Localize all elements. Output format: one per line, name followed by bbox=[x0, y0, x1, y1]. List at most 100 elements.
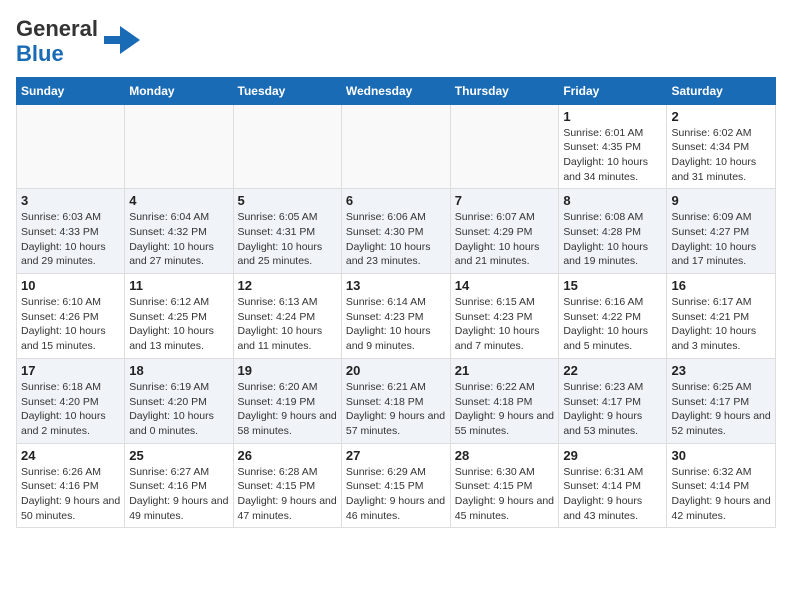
day-number: 12 bbox=[238, 278, 337, 293]
day-number: 7 bbox=[455, 193, 555, 208]
logo-text: General Blue bbox=[16, 16, 98, 67]
day-info: Sunrise: 6:22 AMSunset: 4:18 PMDaylight:… bbox=[455, 380, 555, 439]
calendar-cell: 22 Sunrise: 6:23 AMSunset: 4:17 PMDayligh… bbox=[559, 358, 667, 443]
calendar-cell: 9 Sunrise: 6:09 AMSunset: 4:27 PMDaylight… bbox=[667, 189, 776, 274]
calendar-cell: 16 Sunrise: 6:17 AMSunset: 4:21 PMDayligh… bbox=[667, 274, 776, 359]
calendar-cell: 30 Sunrise: 6:32 AMSunset: 4:14 PMDayligh… bbox=[667, 443, 776, 528]
day-info: Sunrise: 6:31 AMSunset: 4:14 PMDaylight:… bbox=[563, 465, 662, 524]
day-info: Sunrise: 6:21 AMSunset: 4:18 PMDaylight:… bbox=[346, 380, 446, 439]
day-number: 5 bbox=[238, 193, 337, 208]
day-number: 1 bbox=[563, 109, 662, 124]
day-info: Sunrise: 6:08 AMSunset: 4:28 PMDaylight:… bbox=[563, 210, 662, 269]
calendar-week-row: 10Sunrise: 6:10 AMSunset: 4:26 PMDayligh… bbox=[17, 274, 776, 359]
day-number: 6 bbox=[346, 193, 446, 208]
calendar-cell: 25Sunrise: 6:27 AMSunset: 4:16 PMDayligh… bbox=[125, 443, 233, 528]
day-info: Sunrise: 6:16 AMSunset: 4:22 PMDaylight:… bbox=[563, 295, 662, 354]
header: General Blue bbox=[16, 16, 776, 67]
weekday-header: Friday bbox=[559, 77, 667, 104]
day-info: Sunrise: 6:09 AMSunset: 4:27 PMDaylight:… bbox=[671, 210, 771, 269]
calendar: SundayMondayTuesdayWednesdayThursdayFrid… bbox=[16, 77, 776, 529]
calendar-cell: 26 Sunrise: 6:28 AMSunset: 4:15 PMDayligh… bbox=[233, 443, 341, 528]
day-info: Sunrise: 6:04 AMSunset: 4:32 PMDaylight:… bbox=[129, 210, 228, 269]
day-number: 23 bbox=[671, 363, 771, 378]
calendar-cell: 13 Sunrise: 6:14 AMSunset: 4:23 PMDayligh… bbox=[341, 274, 450, 359]
calendar-cell: 19 Sunrise: 6:20 AMSunset: 4:19 PMDayligh… bbox=[233, 358, 341, 443]
day-info: Sunrise: 6:30 AMSunset: 4:15 PMDaylight:… bbox=[455, 465, 555, 524]
day-info: Sunrise: 6:14 AMSunset: 4:23 PMDaylight:… bbox=[346, 295, 446, 354]
day-info: Sunrise: 6:03 AMSunset: 4:33 PMDaylight:… bbox=[21, 210, 120, 269]
day-info: Sunrise: 6:07 AMSunset: 4:29 PMDaylight:… bbox=[455, 210, 555, 269]
day-number: 15 bbox=[563, 278, 662, 293]
day-number: 2 bbox=[671, 109, 771, 124]
day-info: Sunrise: 6:28 AMSunset: 4:15 PMDaylight:… bbox=[238, 465, 337, 524]
calendar-week-row: 1 Sunrise: 6:01 AMSunset: 4:35 PMDaylight… bbox=[17, 104, 776, 189]
calendar-cell: 11 Sunrise: 6:12 AMSunset: 4:25 PMDayligh… bbox=[125, 274, 233, 359]
day-number: 29 bbox=[563, 448, 662, 463]
day-info: Sunrise: 6:32 AMSunset: 4:14 PMDaylight:… bbox=[671, 465, 771, 524]
day-number: 20 bbox=[346, 363, 446, 378]
calendar-week-row: 17 Sunrise: 6:18 AMSunset: 4:20 PMDayligh… bbox=[17, 358, 776, 443]
calendar-cell: 1 Sunrise: 6:01 AMSunset: 4:35 PMDaylight… bbox=[559, 104, 667, 189]
day-number: 4 bbox=[129, 193, 228, 208]
calendar-cell: 18 Sunrise: 6:19 AMSunset: 4:20 PMDayligh… bbox=[125, 358, 233, 443]
weekday-header: Monday bbox=[125, 77, 233, 104]
calendar-cell: 6 Sunrise: 6:06 AMSunset: 4:30 PMDaylight… bbox=[341, 189, 450, 274]
calendar-cell: 10Sunrise: 6:10 AMSunset: 4:26 PMDayligh… bbox=[17, 274, 125, 359]
day-info: Sunrise: 6:17 AMSunset: 4:21 PMDaylight:… bbox=[671, 295, 771, 354]
day-number: 10 bbox=[21, 278, 120, 293]
weekday-header: Wednesday bbox=[341, 77, 450, 104]
calendar-cell: 23 Sunrise: 6:25 AMSunset: 4:17 PMDayligh… bbox=[667, 358, 776, 443]
calendar-cell bbox=[233, 104, 341, 189]
day-info: Sunrise: 6:26 AMSunset: 4:16 PMDaylight:… bbox=[21, 465, 120, 524]
day-info: Sunrise: 6:12 AMSunset: 4:25 PMDaylight:… bbox=[129, 295, 228, 354]
weekday-header: Thursday bbox=[450, 77, 559, 104]
day-number: 3 bbox=[21, 193, 120, 208]
day-info: Sunrise: 6:25 AMSunset: 4:17 PMDaylight:… bbox=[671, 380, 771, 439]
day-number: 21 bbox=[455, 363, 555, 378]
day-info: Sunrise: 6:01 AMSunset: 4:35 PMDaylight:… bbox=[563, 126, 662, 185]
weekday-header: Saturday bbox=[667, 77, 776, 104]
day-number: 18 bbox=[129, 363, 228, 378]
day-info: Sunrise: 6:20 AMSunset: 4:19 PMDaylight:… bbox=[238, 380, 337, 439]
calendar-cell: 2 Sunrise: 6:02 AMSunset: 4:34 PMDaylight… bbox=[667, 104, 776, 189]
calendar-cell bbox=[17, 104, 125, 189]
calendar-week-row: 3 Sunrise: 6:03 AMSunset: 4:33 PMDaylight… bbox=[17, 189, 776, 274]
day-number: 14 bbox=[455, 278, 555, 293]
day-info: Sunrise: 6:02 AMSunset: 4:34 PMDaylight:… bbox=[671, 126, 771, 185]
day-info: Sunrise: 6:27 AMSunset: 4:16 PMDaylight:… bbox=[129, 465, 228, 524]
calendar-cell: 24 Sunrise: 6:26 AMSunset: 4:16 PMDayligh… bbox=[17, 443, 125, 528]
day-number: 22 bbox=[563, 363, 662, 378]
calendar-cell: 17 Sunrise: 6:18 AMSunset: 4:20 PMDayligh… bbox=[17, 358, 125, 443]
day-info: Sunrise: 6:18 AMSunset: 4:20 PMDaylight:… bbox=[21, 380, 120, 439]
day-number: 19 bbox=[238, 363, 337, 378]
calendar-cell: 14Sunrise: 6:15 AMSunset: 4:23 PMDayligh… bbox=[450, 274, 559, 359]
calendar-cell: 27Sunrise: 6:29 AMSunset: 4:15 PMDayligh… bbox=[341, 443, 450, 528]
day-number: 13 bbox=[346, 278, 446, 293]
day-number: 28 bbox=[455, 448, 555, 463]
day-number: 11 bbox=[129, 278, 228, 293]
day-number: 17 bbox=[21, 363, 120, 378]
day-info: Sunrise: 6:23 AMSunset: 4:17 PMDaylight:… bbox=[563, 380, 662, 439]
day-number: 8 bbox=[563, 193, 662, 208]
day-number: 9 bbox=[671, 193, 771, 208]
calendar-cell: 12 Sunrise: 6:13 AMSunset: 4:24 PMDayligh… bbox=[233, 274, 341, 359]
calendar-cell: 3 Sunrise: 6:03 AMSunset: 4:33 PMDaylight… bbox=[17, 189, 125, 274]
calendar-cell bbox=[450, 104, 559, 189]
day-info: Sunrise: 6:06 AMSunset: 4:30 PMDaylight:… bbox=[346, 210, 446, 269]
day-number: 16 bbox=[671, 278, 771, 293]
calendar-cell: 15 Sunrise: 6:16 AMSunset: 4:22 PMDayligh… bbox=[559, 274, 667, 359]
day-number: 24 bbox=[21, 448, 120, 463]
day-info: Sunrise: 6:19 AMSunset: 4:20 PMDaylight:… bbox=[129, 380, 228, 439]
day-number: 30 bbox=[671, 448, 771, 463]
day-info: Sunrise: 6:05 AMSunset: 4:31 PMDaylight:… bbox=[238, 210, 337, 269]
calendar-cell bbox=[341, 104, 450, 189]
day-info: Sunrise: 6:29 AMSunset: 4:15 PMDaylight:… bbox=[346, 465, 446, 524]
day-info: Sunrise: 6:13 AMSunset: 4:24 PMDaylight:… bbox=[238, 295, 337, 354]
calendar-cell: 28 Sunrise: 6:30 AMSunset: 4:15 PMDayligh… bbox=[450, 443, 559, 528]
calendar-week-row: 24 Sunrise: 6:26 AMSunset: 4:16 PMDayligh… bbox=[17, 443, 776, 528]
logo: General Blue bbox=[16, 16, 140, 67]
calendar-cell: 20 Sunrise: 6:21 AMSunset: 4:18 PMDayligh… bbox=[341, 358, 450, 443]
weekday-header: Tuesday bbox=[233, 77, 341, 104]
day-number: 26 bbox=[238, 448, 337, 463]
calendar-header-row: SundayMondayTuesdayWednesdayThursdayFrid… bbox=[17, 77, 776, 104]
